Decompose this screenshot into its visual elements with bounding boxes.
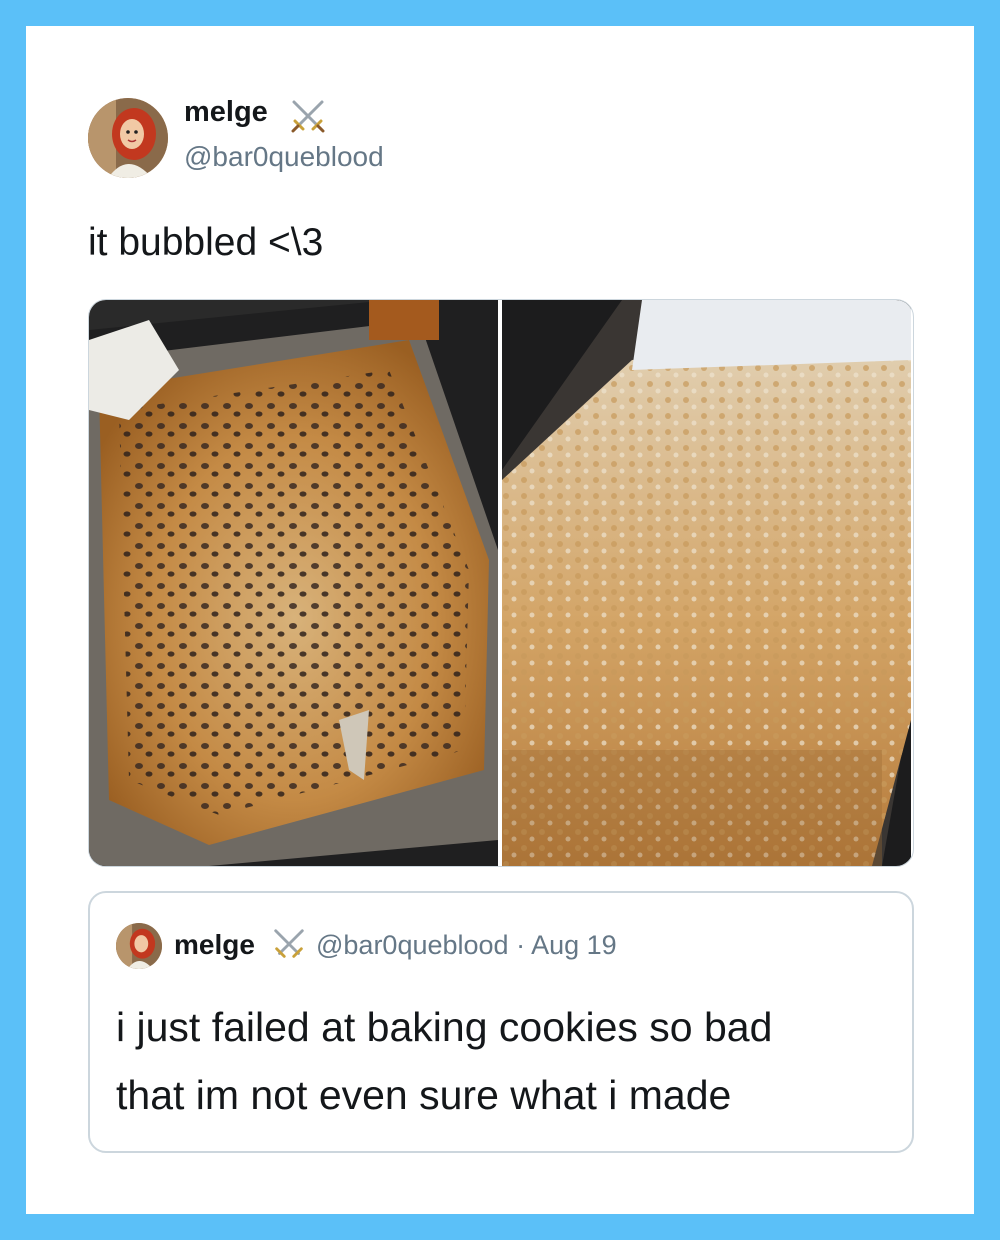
cartoon-avatar-image [88, 98, 168, 178]
author-handle[interactable]: @bar0queblood [184, 141, 384, 173]
quoted-tweet-text: i just failed at baking cookies so bad t… [116, 993, 886, 1129]
quoted-text-line: that im not even sure what i made [116, 1072, 732, 1118]
cartoon-avatar-image [116, 923, 162, 969]
tweet-media-grid [88, 299, 914, 867]
quoted-text-line: i just failed at baking cookies so bad [116, 1004, 773, 1050]
photo-bubbling-dough-in-pan-1[interactable] [89, 300, 498, 866]
crossed-swords-icon [274, 929, 304, 958]
quoted-author-avatar[interactable] [116, 923, 162, 969]
quoted-meta: @bar0queblood · Aug 19 [316, 930, 617, 961]
crossed-swords-icon [291, 100, 325, 133]
author-name[interactable]: melge [184, 96, 268, 129]
quoted-tweet[interactable]: melge @bar0queblood · Aug 19 i just fail… [88, 891, 914, 1153]
tweet-card: melge @bar0queblood it bubbled <\3 melge… [26, 26, 974, 1214]
meta-separator: · [516, 930, 526, 960]
photo-image [89, 300, 498, 866]
photo-bubbling-dough-in-pan-2[interactable] [502, 300, 911, 866]
quoted-author-name[interactable]: melge [174, 929, 255, 961]
author-avatar[interactable] [88, 98, 168, 178]
tweet-text: it bubbled <\3 [88, 221, 324, 264]
photo-image [502, 300, 911, 866]
quoted-author-handle[interactable]: @bar0queblood [316, 930, 509, 960]
quoted-date[interactable]: Aug 19 [531, 930, 617, 960]
